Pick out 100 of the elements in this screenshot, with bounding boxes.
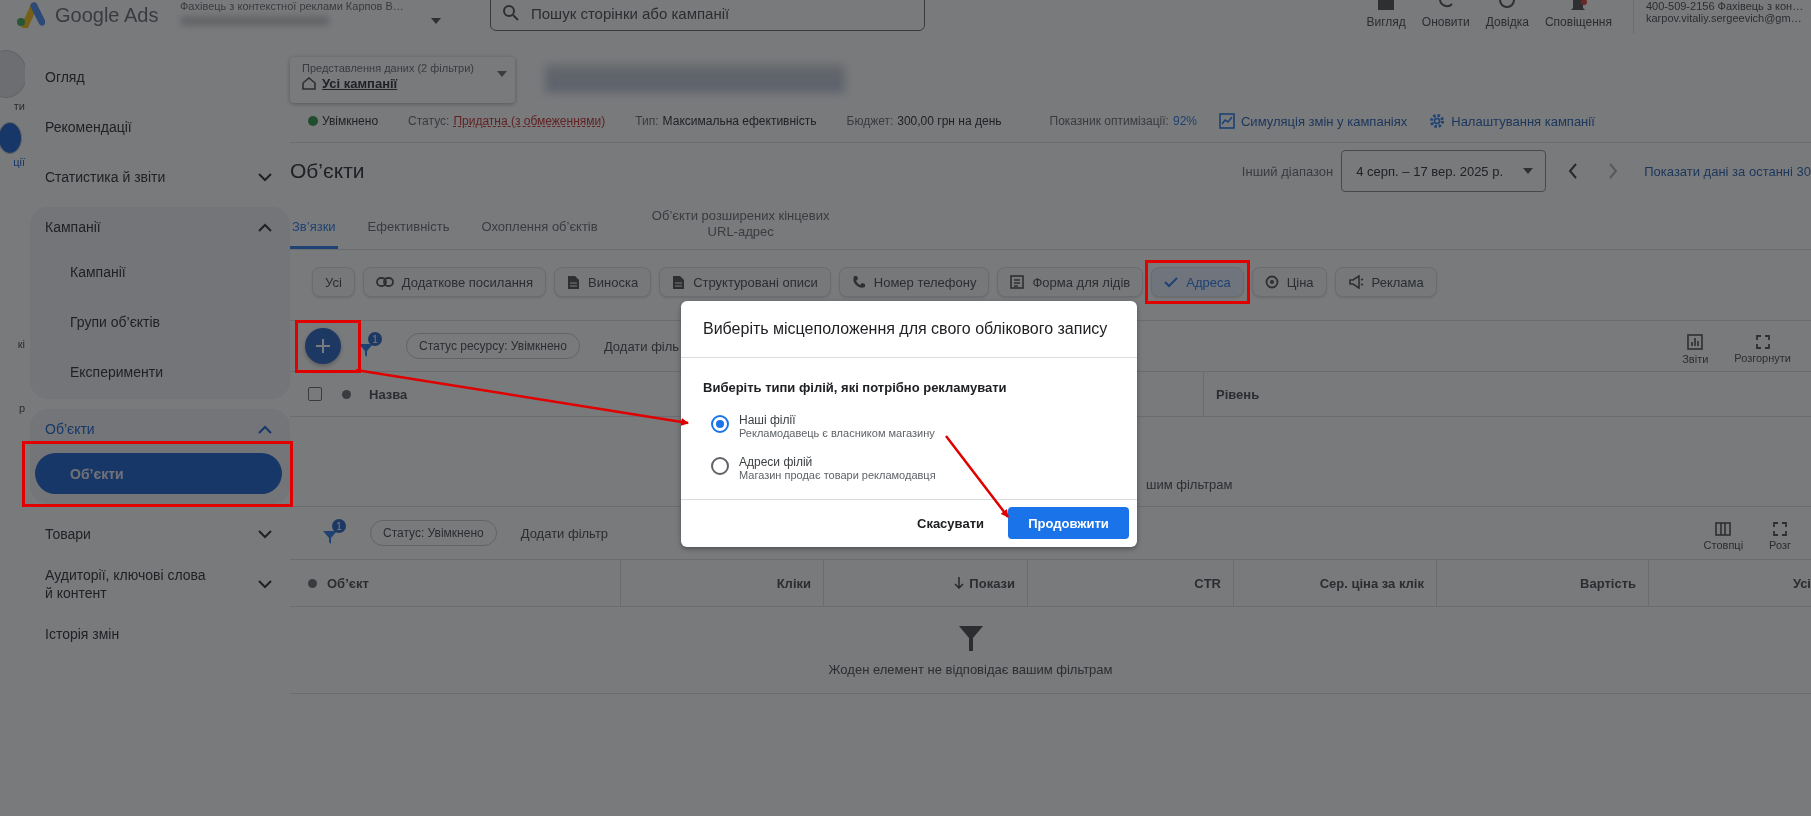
continue-button[interactable]: Продовжити [1008,507,1129,539]
toolbar-action[interactable]: Розг [1763,514,1797,552]
add-filter-link[interactable]: Додати фільтр [520,525,609,541]
cancel-button[interactable]: Скасувати [907,507,994,539]
chevron-down-icon [258,172,272,182]
rail-label[interactable]: ти [13,100,25,112]
chart-icon [1219,113,1235,129]
campaign-link[interactable]: Налаштування кампанії [1429,113,1595,129]
option-label[interactable]: Наші філії [739,413,935,427]
chevron-down-icon [258,529,272,539]
optimization-value[interactable]: 92% [1172,114,1197,128]
caret-icon[interactable] [430,17,442,25]
nav-subitem[interactable]: Кампанії [30,247,290,297]
nav-item[interactable]: Історія змін [30,609,290,659]
nav-group-header[interactable]: Об’єкти [30,409,290,449]
nav-group-header[interactable]: Кампанії [30,207,290,247]
add-filter-link[interactable]: Додати філь [603,338,680,354]
fullscreen-icon [1755,335,1770,349]
home-icon [302,77,316,90]
header-action[interactable]: Вигляд [1363,0,1409,29]
nav-item[interactable]: Рекомендації [30,102,290,152]
asset-type-chip[interactable]: Форма для лідів [997,267,1144,297]
column-header[interactable]: Вартість [1436,560,1648,606]
chevron-up-icon [258,222,272,232]
column-header[interactable]: Сер. ціна за клік [1233,560,1436,606]
last-30-days-link[interactable]: Показати дані за останні 30 [1644,163,1811,179]
column-header[interactable]: Кліки [620,560,823,606]
asset-type-chip[interactable]: Ціна [1251,267,1327,297]
status-label: Статус: [408,114,450,128]
column-header[interactable]: Об’єкт [290,560,620,606]
add-button[interactable] [305,328,341,364]
asset-type-chip[interactable]: Адреса [1151,267,1244,297]
dropdown-icon [497,71,507,77]
settings-icon [1429,113,1446,129]
option-label[interactable]: Адреси філій [739,455,936,469]
tab[interactable]: Ефективність [365,219,452,249]
tab[interactable]: Об’єкти розширених кінцевих URL-адрес [633,208,848,249]
column-header[interactable]: CTR [1027,560,1233,606]
select-all-checkbox[interactable] [308,387,322,401]
nav-subitem[interactable]: Групи об’єктів [30,297,290,347]
sort-down-icon [954,577,965,589]
asset-type-chip[interactable]: Структуровані описи [659,267,831,297]
view-selector-value: Усі кампанії [322,76,398,91]
rail-button[interactable] [0,122,22,154]
status-value[interactable]: Придатна (з обмеженнями) [453,114,606,128]
google-ads-logo-icon [15,2,45,28]
radio-button[interactable] [711,457,729,475]
search-field[interactable]: Пошук сторінки або кампанії [490,0,925,31]
dropdown-icon [1523,168,1534,174]
column-header[interactable]: Покази [823,560,1027,606]
columns-icon [1715,522,1732,536]
layout-icon [1377,0,1396,12]
column-header[interactable]: Усі [1648,560,1811,606]
nav-item[interactable]: Огляд [30,52,290,102]
status-dot-icon [342,389,351,399]
document-icon [672,274,686,290]
next-icon[interactable] [1608,163,1619,179]
filter-icon[interactable] [322,529,338,545]
column-header[interactable]: Рівень [1203,372,1260,416]
toolbar-action[interactable]: Стовпці [1697,514,1750,552]
nav-group-header[interactable]: Статистика й звіти [30,152,290,202]
asset-type-chip[interactable]: Реклама [1334,267,1437,297]
nav-subitem[interactable]: Об’єкти [35,453,282,494]
rail-label[interactable]: р [18,402,25,414]
asset-type-chip[interactable]: Усі [312,267,355,297]
nav-subitem[interactable]: Експерименти [30,347,290,397]
chevron-up-icon [258,424,272,434]
date-range-picker[interactable]: 4 серп. – 17 вер. 2025 р. [1341,150,1547,192]
view-selector[interactable]: Представлення даних (2 фільтри) Усі кампанії [290,57,515,103]
previous-icon[interactable] [1568,163,1579,179]
nav-group-header[interactable]: Товари [30,509,290,559]
campaign-link[interactable]: Симуляція змін у кампаніях [1219,113,1408,129]
toolbar-action[interactable]: Звіти [1676,326,1715,366]
check-icon [1164,276,1179,288]
date-range-label: Інший діапазон [1241,163,1334,179]
type-label: Тип: [635,114,659,128]
radio-button[interactable] [711,415,729,433]
asset-type-chip[interactable]: Додаткове посилання [362,267,547,297]
rail-label[interactable]: ції [13,156,25,168]
rail-label[interactable]: кі [17,338,25,350]
header-action[interactable]: Оновити [1418,0,1473,29]
price-icon [1264,275,1279,289]
asset-type-chip[interactable]: Номер телефону [838,267,990,297]
header-action[interactable]: Довідка [1482,0,1532,29]
filter-icon [957,623,984,652]
header-action[interactable]: Сповіщення [1541,0,1615,29]
dialog-question: Виберіть типи філій, які потрібно рекламувати [703,380,1008,395]
type-value: Максимальна ефективність [662,114,817,128]
status-dot-icon [308,116,318,126]
campaign-state: Увімкнено [322,114,379,128]
tab[interactable]: Охоплення об’єктів [479,219,600,249]
budget-value: 300,00 грн на день [897,114,1002,128]
megaphone-icon [1347,275,1364,289]
plus-icon [315,338,331,354]
tab[interactable]: Зв’язки [290,219,338,249]
nav-group-header[interactable]: Аудиторії, ключові слова й контент [30,559,290,609]
document-icon [567,274,581,290]
toolbar-action[interactable]: Розгорнути [1728,327,1797,365]
asset-type-chip[interactable]: Виноска [554,267,652,297]
filter-icon[interactable] [358,342,374,358]
